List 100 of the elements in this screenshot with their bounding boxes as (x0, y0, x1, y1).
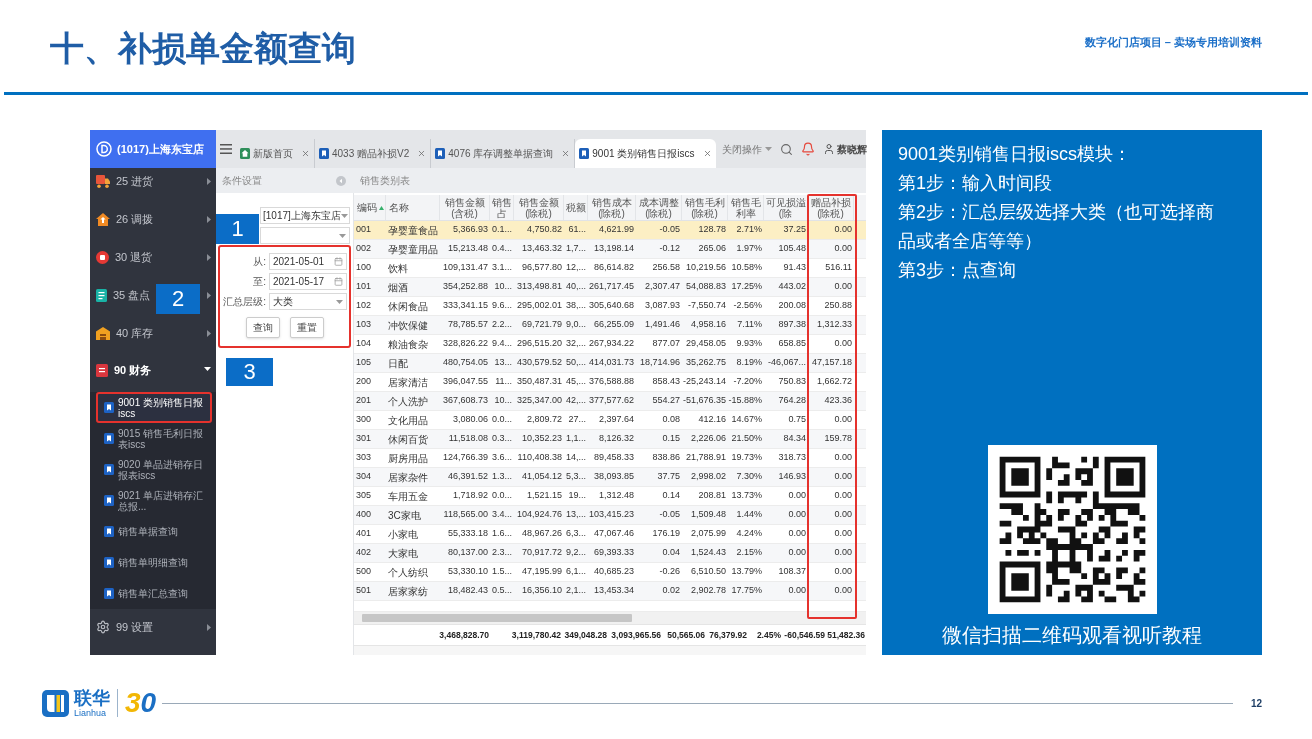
user-menu[interactable]: 蔡晓辉 (822, 141, 867, 157)
table-cell-text: 8,126.32 (597, 432, 635, 446)
column-header[interactable]: 销售毛利(除税) (682, 195, 728, 220)
table-row[interactable]: 105 日配 480,754.05 13... 430,579.52 50,... 414,031.73 18,714.96 35,262.75 8.19% -46,067... 47,157.18 (354, 354, 866, 373)
table-cell-text: 0.00 (833, 280, 853, 294)
column-header[interactable]: 税额 (564, 195, 588, 220)
table-cell-text: 838.86 (651, 451, 681, 465)
table-cell-text: 40,... (565, 280, 587, 294)
caret-right-icon[interactable] (207, 292, 211, 299)
column-header[interactable]: 销售占 (490, 195, 514, 220)
total-cell: 3,468,828.70 (438, 628, 490, 642)
table-row[interactable]: 501 居家家纺 18,482.43 0.5... 16,356.10 2,1... 13,453.34 0.02 2,902.78 17.75% 0.00 0.00 (354, 582, 866, 601)
menu-item[interactable]: 90 财务 (96, 363, 152, 377)
column-header[interactable]: 销售毛利率 (728, 195, 764, 220)
caret-right-icon[interactable] (207, 330, 211, 337)
column-header[interactable]: 销售金额(含税) (440, 195, 490, 220)
table-cell-text: 9,2... (565, 546, 587, 560)
table-row[interactable]: 002 孕婴童用品 15,213.48 0.4... 13,463.32 1,7... 13,198.14 -0.12 265.06 1.97% 105.48 0.00 (354, 240, 866, 259)
table-row[interactable]: 201 个人洗护 367,608.73 10... 325,347.00 42,... 377,577.62 554.27 -51,676.35 -15.88% 764.28 423.36 (354, 392, 866, 411)
column-header[interactable]: 销售金额(除税) (514, 195, 564, 220)
table-row[interactable]: 400 3C家电 118,565.00 3.4... 104,924.76 13,... 103,415.23 -0.05 1,509.48 1.44% 0.00 0.00 (354, 506, 866, 525)
column-header[interactable]: 名称 (386, 195, 440, 220)
bell-icon[interactable] (800, 142, 815, 156)
menu-item[interactable]: 30 退货 (96, 250, 153, 264)
scrollbar-thumb[interactable] (362, 614, 632, 622)
caret-right-icon[interactable] (207, 216, 211, 223)
calendar-icon (334, 277, 343, 286)
table-cell-text: 55,333.18 (446, 527, 489, 541)
table-cell-text: 377,577.62 (588, 394, 635, 408)
table-row[interactable]: 101 烟酒 354,252.88 10... 313,498.81 40,... 261,717.45 2,307.47 54,088.83 17.25% 443.02 0.00 (354, 278, 866, 297)
table-row[interactable]: 304 居家杂件 46,391.52 1.3... 41,054.12 5,3... 38,093.85 37.75 2,998.02 7.30% 146.93 0.00 (354, 468, 866, 487)
caret-down-icon[interactable] (204, 367, 211, 371)
menu-icon[interactable] (220, 144, 232, 154)
table-cell-text: 500 (355, 565, 373, 579)
table-cell-text: -15.88% (728, 394, 763, 408)
submenu-item[interactable]: 9001 类别销售日报iscs (96, 392, 212, 423)
select-field[interactable]: 大类 (269, 293, 347, 310)
table-row[interactable]: 001 孕婴童食品 5,366.93 0.1... 4,750.82 61... 4,621.99 -0.05 128.78 2.71% 37.25 0.00 (354, 221, 866, 240)
table-cell-text: 13,198.14 (592, 242, 635, 256)
table-row[interactable]: 402 大家电 80,137.00 2.3... 70,917.72 9,2... 69,393.33 0.04 1,524.43 2.15% 0.00 0.00 (354, 544, 866, 563)
table-cell-text: 9.6... (491, 299, 513, 313)
action-button[interactable]: 重置 (289, 317, 324, 338)
submenu-item[interactable]: 销售单明细查询 (96, 547, 212, 578)
close-icon[interactable] (417, 149, 427, 158)
table-cell-text: 4,750.82 (525, 223, 563, 237)
menu-item[interactable]: 35 盘点 (96, 288, 151, 302)
select-field[interactable] (260, 227, 350, 244)
table-row[interactable]: 301 休闲百货 11,518.08 0.3... 10,352.23 1,1... 8,126.32 0.15 2,226.06 21.50% 84.34 159.78 (354, 430, 866, 449)
search-icon[interactable] (779, 142, 793, 156)
submenu-item[interactable]: 9021 单店进销存汇总报... (96, 485, 212, 516)
table-cell-text: 750.83 (777, 375, 807, 389)
table-cell-text: 501 (355, 584, 373, 598)
caret-right-icon[interactable] (207, 254, 211, 261)
close-icon[interactable] (561, 149, 571, 158)
table-cell-text: 41,054.12 (520, 470, 563, 484)
table-cell-text: -0.05 (658, 508, 681, 522)
select-field[interactable]: [1017]上海东宝店 (260, 207, 350, 224)
table-cell-text: 47,067.46 (592, 527, 635, 541)
table-row[interactable]: 103 冲饮保健 78,785.57 2.2... 69,721.79 9,0... 66,255.09 1,491.46 4,958.16 7.11% 897.38 1,312.33 (354, 316, 866, 335)
table-cell-text: 13.79% (730, 565, 763, 579)
caret-right-icon[interactable] (207, 178, 211, 185)
bookmark-icon (104, 402, 114, 413)
table-cell-text: 0.1... (491, 223, 513, 237)
sort-arrow-icon (379, 205, 384, 210)
date-field[interactable]: 2021-05-17 (269, 273, 347, 290)
table-cell-text: 27... (567, 413, 587, 427)
close-menu-button[interactable]: 关闭操作 (721, 141, 772, 157)
table-cell-text: -0.05 (658, 223, 681, 237)
submenu-item[interactable]: 销售单据查询 (96, 516, 212, 547)
submenu-item[interactable]: 9020 单品进销存日报表iscs (96, 454, 212, 485)
table-cell-text: 车用五金 (387, 489, 429, 504)
table-cell-text: 658.85 (777, 337, 807, 351)
date-field[interactable]: 2021-05-01 (269, 253, 347, 270)
menu-item[interactable]: 25 进货 (96, 174, 154, 188)
table-cell-text: 1.5... (491, 565, 513, 579)
table-cell-text: 0.00 (833, 451, 853, 465)
table-cell-text: -7,550.74 (686, 299, 727, 313)
table-cell-text: 118,565.00 (442, 508, 489, 522)
column-header[interactable]: 赠品补损(除税) (808, 195, 854, 220)
table-cell-text: 200.08 (777, 299, 807, 313)
menu-item[interactable]: 26 调拨 (96, 212, 154, 226)
table-cell-text: 12,... (565, 261, 587, 275)
table-cell-text: 265.06 (697, 242, 727, 256)
submenu-item[interactable]: 销售单汇总查询 (96, 578, 212, 609)
table-cell-text: 21,788.91 (684, 451, 727, 465)
menu-item[interactable]: 40 库存 (96, 326, 154, 340)
table-cell-text: 1,491.46 (643, 318, 681, 332)
column-header[interactable]: 成本调整(除税) (636, 195, 682, 220)
table-cell-text: 2,1... (565, 584, 587, 598)
menu-item[interactable]: 99 设置 (96, 620, 154, 634)
close-icon[interactable] (301, 149, 310, 158)
column-header[interactable]: 销售成本(除税) (588, 195, 636, 220)
column-header[interactable]: 编码 (354, 195, 386, 220)
column-header[interactable]: 可见损溢(除 (764, 195, 808, 220)
caret-right-icon[interactable] (207, 624, 211, 631)
submenu-item[interactable]: 9015 销售毛利日报表iscs (96, 423, 212, 454)
action-button[interactable]: 查询 (245, 317, 280, 338)
close-icon[interactable] (702, 149, 712, 158)
table-cell-text: 0.15 (661, 432, 681, 446)
tab[interactable]: 9001 类别销售日报iscs (575, 139, 716, 168)
